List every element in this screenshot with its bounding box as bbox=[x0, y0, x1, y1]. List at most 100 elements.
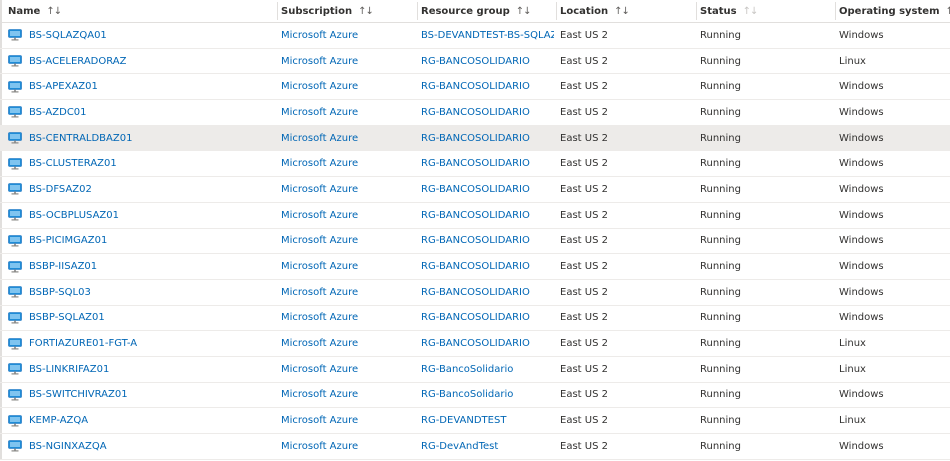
table-row[interactable]: BS-SQLAZQA01 Microsoft Azure BS-DEVANDTE… bbox=[0, 23, 950, 49]
subscription-link[interactable]: Microsoft Azure bbox=[281, 306, 413, 331]
vm-name-link[interactable]: KEMP-AZQA bbox=[29, 415, 88, 426]
vm-name-link[interactable]: BSBP-SQLAZ01 bbox=[29, 312, 105, 323]
vm-name-link[interactable]: BS-AZDC01 bbox=[29, 107, 87, 118]
operating-system-cell: Windows bbox=[839, 106, 884, 118]
subscription-link[interactable]: Microsoft Azure bbox=[281, 23, 413, 48]
resource-group-link[interactable]: BS-DEVANDTEST-BS-SQLAZ... bbox=[421, 23, 554, 48]
resource-group-link[interactable]: RG-BANCOSOLIDARIO bbox=[421, 331, 554, 356]
status-cell: Running bbox=[700, 338, 741, 350]
vm-name-link[interactable]: BS-LINKRIFAZ01 bbox=[29, 364, 109, 375]
resource-group-link[interactable]: RG-BANCOSOLIDARIO bbox=[421, 151, 554, 176]
resource-group-link[interactable]: RG-BANCOSOLIDARIO bbox=[421, 74, 554, 99]
vm-name-link[interactable]: BS-DFSAZ02 bbox=[29, 184, 92, 195]
sort-icon[interactable]: ↑↓ bbox=[946, 6, 950, 17]
resource-group-link[interactable]: RG-BANCOSOLIDARIO bbox=[421, 177, 554, 202]
table-row[interactable]: BS-SWITCHIVRAZ01 Microsoft Azure RG-Banc… bbox=[0, 383, 950, 409]
vm-name-link[interactable]: BS-PICIMGAZ01 bbox=[29, 235, 107, 246]
subscription-link[interactable]: Microsoft Azure bbox=[281, 151, 413, 176]
subscription-link[interactable]: Microsoft Azure bbox=[281, 280, 413, 305]
operating-system-cell: Linux bbox=[839, 338, 866, 350]
subscription-link[interactable]: Microsoft Azure bbox=[281, 126, 413, 151]
table-row[interactable]: FORTIAZURE01-FGT-A Microsoft Azure RG-BA… bbox=[0, 331, 950, 357]
vm-name-link[interactable]: BS-APEXAZ01 bbox=[29, 81, 98, 92]
vm-name-link[interactable]: BS-OCBPLUSAZ01 bbox=[29, 210, 119, 221]
resource-group-link[interactable]: RG-DevAndTest bbox=[421, 434, 554, 459]
subscription-link[interactable]: Microsoft Azure bbox=[281, 100, 413, 125]
column-header-operating-system[interactable]: Operating system ↑↓ bbox=[835, 0, 950, 22]
resource-group-link[interactable]: RG-BANCOSOLIDARIO bbox=[421, 126, 554, 151]
table-row[interactable]: BS-OCBPLUSAZ01 Microsoft Azure RG-BANCOS… bbox=[0, 203, 950, 229]
status-cell: Running bbox=[700, 183, 741, 195]
column-header-subscription[interactable]: Subscription ↑↓ bbox=[277, 0, 413, 22]
table-row[interactable]: BS-AZDC01 Microsoft Azure RG-BANCOSOLIDA… bbox=[0, 100, 950, 126]
subscription-link[interactable]: Microsoft Azure bbox=[281, 49, 413, 74]
vm-name-link[interactable]: BS-SWITCHIVRAZ01 bbox=[29, 389, 128, 400]
subscription-link[interactable]: Microsoft Azure bbox=[281, 408, 413, 433]
status-cell: Running bbox=[700, 29, 741, 41]
virtual-machine-icon bbox=[8, 157, 22, 170]
resource-group-link[interactable]: RG-BANCOSOLIDARIO bbox=[421, 254, 554, 279]
table-row[interactable]: BS-CENTRALDBAZ01 Microsoft Azure RG-BANC… bbox=[0, 125, 950, 152]
vm-name-link[interactable]: FORTIAZURE01-FGT-A bbox=[29, 338, 137, 349]
table-row[interactable]: BS-ACELERADORAZ Microsoft Azure RG-BANCO… bbox=[0, 49, 950, 75]
operating-system-cell: Windows bbox=[839, 29, 884, 41]
vm-name-link[interactable]: BSBP-SQL03 bbox=[29, 287, 91, 298]
resource-group-link[interactable]: RG-BANCOSOLIDARIO bbox=[421, 49, 554, 74]
table-row[interactable]: BS-NGINXAZQA Microsoft Azure RG-DevAndTe… bbox=[0, 434, 950, 460]
vm-name-link[interactable]: BS-CLUSTERAZ01 bbox=[29, 158, 117, 169]
location-cell: East US 2 bbox=[560, 389, 608, 401]
table-row[interactable]: BS-DFSAZ02 Microsoft Azure RG-BANCOSOLID… bbox=[0, 177, 950, 203]
virtual-machine-icon bbox=[8, 55, 22, 67]
sort-icon[interactable]: ↑↓ bbox=[358, 6, 374, 17]
column-header-label: Resource group bbox=[421, 5, 510, 17]
sort-icon[interactable]: ↑↓ bbox=[46, 6, 62, 17]
subscription-link[interactable]: Microsoft Azure bbox=[281, 74, 413, 99]
resource-group-link[interactable]: RG-BancoSolidario bbox=[421, 383, 554, 408]
subscription-link[interactable]: Microsoft Azure bbox=[281, 383, 413, 408]
vm-name-link[interactable]: BS-ACELERADORAZ bbox=[29, 56, 126, 67]
table-row[interactable]: BS-APEXAZ01 Microsoft Azure RG-BANCOSOLI… bbox=[0, 74, 950, 101]
vm-name-cell: BS-APEXAZ01 bbox=[8, 74, 274, 99]
sort-icon[interactable]: ↑↓ bbox=[614, 6, 630, 17]
vm-name-link[interactable]: BS-NGINXAZQA bbox=[29, 441, 107, 452]
location-cell: East US 2 bbox=[560, 338, 608, 350]
table-row[interactable]: BS-LINKRIFAZ01 Microsoft Azure RG-BancoS… bbox=[0, 357, 950, 383]
virtual-machine-icon bbox=[8, 286, 22, 298]
resource-group-link[interactable]: RG-BANCOSOLIDARIO bbox=[421, 229, 554, 254]
subscription-link[interactable]: Microsoft Azure bbox=[281, 254, 413, 279]
table-row[interactable]: BS-CLUSTERAZ01 Microsoft Azure RG-BANCOS… bbox=[0, 151, 950, 178]
sort-icon[interactable]: ↑↓ bbox=[743, 6, 759, 17]
vm-name-link[interactable]: BSBP-IISAZ01 bbox=[29, 261, 97, 272]
table-row[interactable]: KEMP-AZQA Microsoft Azure RG-DEVANDTEST … bbox=[0, 408, 950, 434]
resource-group-link[interactable]: RG-BANCOSOLIDARIO bbox=[421, 306, 554, 331]
table-row[interactable]: BS-PICIMGAZ01 Microsoft Azure RG-BANCOSO… bbox=[0, 229, 950, 255]
resource-group-link[interactable]: RG-BANCOSOLIDARIO bbox=[421, 280, 554, 305]
status-cell: Running bbox=[700, 132, 741, 144]
subscription-link[interactable]: Microsoft Azure bbox=[281, 434, 413, 459]
subscription-link[interactable]: Microsoft Azure bbox=[281, 229, 413, 254]
operating-system-cell: Windows bbox=[839, 261, 884, 273]
status-cell: Running bbox=[700, 312, 741, 324]
column-header-resource-group[interactable]: Resource group ↑↓ bbox=[417, 0, 554, 22]
vm-name-link[interactable]: BS-SQLAZQA01 bbox=[29, 30, 107, 41]
resource-group-link[interactable]: RG-BANCOSOLIDARIO bbox=[421, 203, 554, 228]
subscription-link[interactable]: Microsoft Azure bbox=[281, 177, 413, 202]
table-row[interactable]: BSBP-IISAZ01 Microsoft Azure RG-BANCOSOL… bbox=[0, 254, 950, 280]
subscription-link[interactable]: Microsoft Azure bbox=[281, 203, 413, 228]
column-header-status[interactable]: Status ↑↓ bbox=[696, 0, 833, 22]
location-cell: East US 2 bbox=[560, 55, 608, 67]
table-row[interactable]: BSBP-SQLAZ01 Microsoft Azure RG-BANCOSOL… bbox=[0, 306, 950, 332]
resource-group-link[interactable]: RG-BANCOSOLIDARIO bbox=[421, 100, 554, 125]
subscription-link[interactable]: Microsoft Azure bbox=[281, 357, 413, 382]
resource-group-link[interactable]: RG-BancoSolidario bbox=[421, 357, 554, 382]
subscription-link[interactable]: Microsoft Azure bbox=[281, 331, 413, 356]
table-row[interactable]: BSBP-SQL03 Microsoft Azure RG-BANCOSOLID… bbox=[0, 280, 950, 306]
resource-group-link[interactable]: RG-DEVANDTEST bbox=[421, 408, 554, 433]
column-header-name[interactable]: Name ↑↓ bbox=[8, 0, 274, 22]
sort-icon[interactable]: ↑↓ bbox=[516, 6, 532, 17]
column-header-location[interactable]: Location ↑↓ bbox=[556, 0, 694, 22]
virtual-machine-icon bbox=[8, 312, 22, 324]
column-header-label: Name bbox=[8, 5, 41, 17]
operating-system-cell: Windows bbox=[839, 209, 884, 221]
vm-name-link[interactable]: BS-CENTRALDBAZ01 bbox=[29, 133, 132, 144]
